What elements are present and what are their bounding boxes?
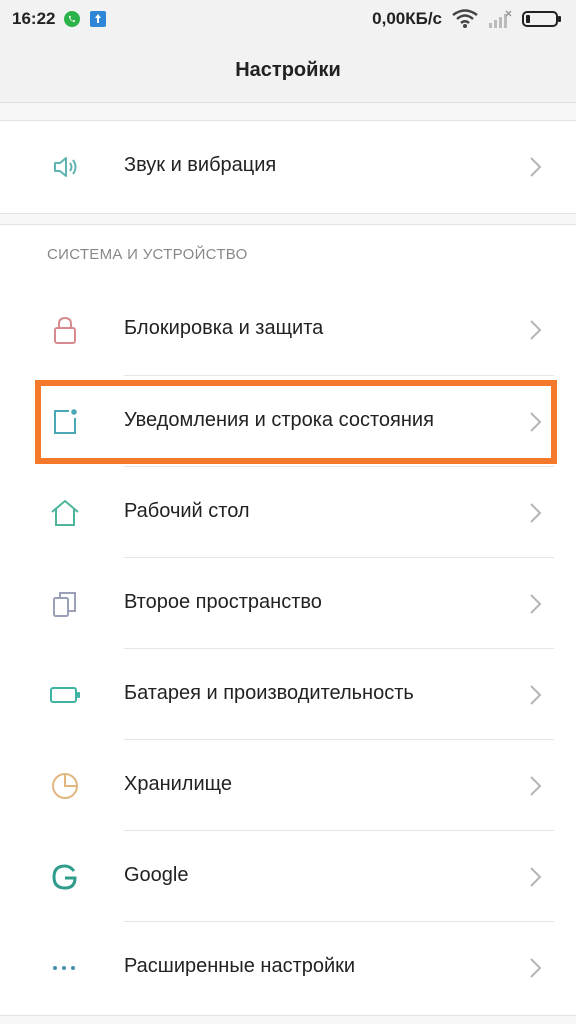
battery-icon xyxy=(522,11,561,27)
section-title-system: СИСТЕМА И УСТРОЙСТВО xyxy=(47,246,248,263)
settings-item-label: Второе пространство xyxy=(124,591,322,613)
settings-item-desktop[interactable]: Рабочий стол xyxy=(0,467,576,558)
battery-icon xyxy=(50,687,80,703)
home-icon xyxy=(51,500,79,526)
clock: 16:22 xyxy=(12,9,56,28)
settings-item-label: Батарея и производительность xyxy=(124,682,414,704)
whatsapp-icon xyxy=(64,11,81,27)
status-bar: 16:22 0,00КБ/с xyxy=(0,0,576,38)
chevron-right-icon xyxy=(530,157,542,177)
second-space-icon xyxy=(53,592,76,617)
more-dots-icon xyxy=(53,966,75,970)
network-speed: 0,00КБ/с xyxy=(372,9,442,28)
status-bar-right: 0,00КБ/с xyxy=(372,9,562,29)
settings-item-advanced[interactable]: Расширенные настройки xyxy=(0,922,576,1013)
settings-item-label: Звук и вибрация xyxy=(124,154,277,176)
wifi-icon xyxy=(452,9,478,28)
signal-icon xyxy=(489,10,512,28)
settings-item-battery[interactable]: Батарея и производительность xyxy=(0,649,576,740)
chevron-right-icon xyxy=(530,320,542,340)
settings-item-label: Блокировка и защита xyxy=(124,317,324,339)
settings-item-label: Хранилище xyxy=(124,773,232,795)
chevron-right-icon xyxy=(530,685,542,705)
chevron-right-icon xyxy=(530,867,542,887)
google-icon xyxy=(52,864,77,890)
chevron-right-icon xyxy=(530,958,542,978)
chevron-right-icon xyxy=(530,594,542,614)
sound-card: Звук и вибрация xyxy=(0,120,576,214)
settings-item-label: Расширенные настройки xyxy=(124,955,356,977)
settings-item-label: Google xyxy=(124,864,189,886)
storage-pie-icon xyxy=(52,773,78,799)
settings-item-storage[interactable]: Хранилище xyxy=(0,740,576,831)
highlight-box xyxy=(35,380,557,464)
speaker-icon xyxy=(54,157,77,177)
settings-item-label: Рабочий стол xyxy=(124,500,250,522)
settings-item-second-space[interactable]: Второе пространство xyxy=(0,558,576,649)
settings-item-sound[interactable]: Звук и вибрация xyxy=(0,121,576,212)
settings-item-google[interactable]: Google xyxy=(0,831,576,922)
notification-icon xyxy=(90,11,107,27)
lock-icon xyxy=(54,316,76,344)
chevron-right-icon xyxy=(530,503,542,523)
chevron-right-icon xyxy=(530,776,542,796)
page-title: Настройки xyxy=(235,58,341,81)
app-header: Настройки xyxy=(0,38,576,103)
settings-item-lock[interactable]: Блокировка и защита xyxy=(0,284,576,375)
status-bar-left: 16:22 xyxy=(12,9,107,29)
